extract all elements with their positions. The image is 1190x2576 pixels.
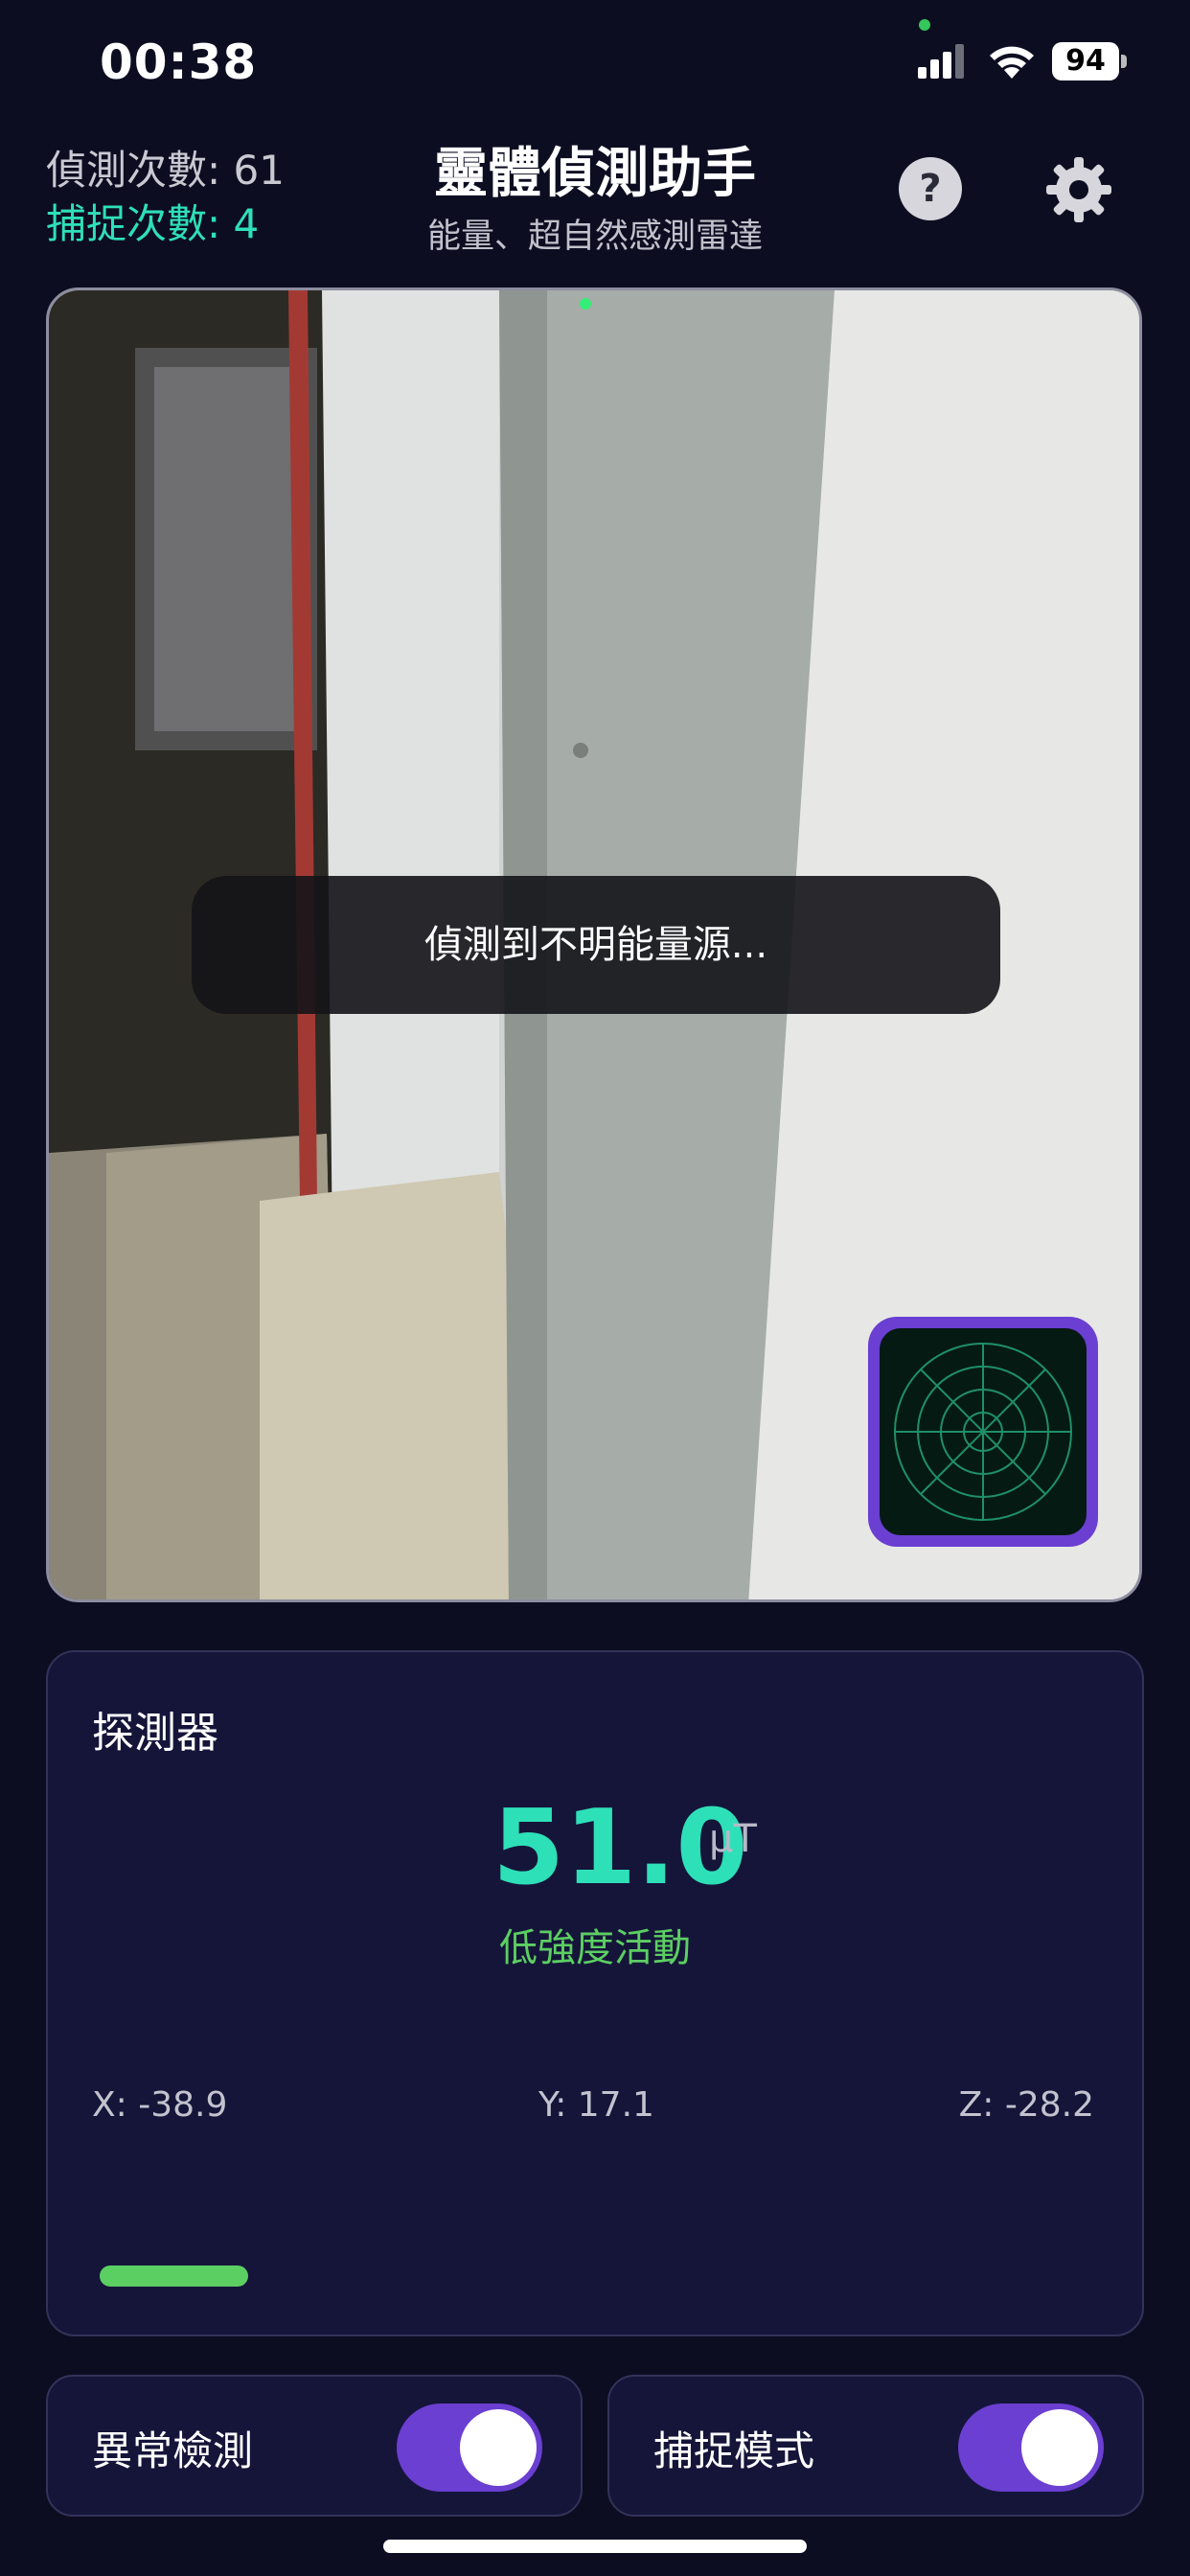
battery-icon: 94 xyxy=(1052,42,1127,80)
capture-mode-label: 捕捉模式 xyxy=(653,2427,815,2474)
status-time: 00:38 xyxy=(100,34,258,90)
activity-status: 低強度活動 xyxy=(499,1926,691,1970)
toggle-knob xyxy=(460,2409,537,2486)
detector-title: 探測器 xyxy=(92,1709,218,1758)
capture-mode-toggle[interactable] xyxy=(958,2404,1104,2492)
axis-x-value: X: -38.9 xyxy=(92,2085,228,2125)
strength-bar-fill xyxy=(100,2266,249,2287)
privacy-dot-icon xyxy=(919,19,930,31)
radar-icon xyxy=(894,1343,1072,1521)
home-indicator[interactable] xyxy=(383,2540,807,2553)
anomaly-detection-label: 異常檢測 xyxy=(92,2427,254,2474)
axis-y-value: Y: 17.1 xyxy=(538,2085,654,2125)
page-title: 靈體偵測助手 xyxy=(434,143,756,205)
cellular-signal-icon xyxy=(918,44,964,79)
help-icon: ? xyxy=(919,167,942,211)
toggle-knob xyxy=(1021,2409,1098,2486)
wifi-icon xyxy=(990,46,1034,79)
radar-button[interactable] xyxy=(868,1317,1098,1547)
axis-z-value: Z: -28.2 xyxy=(958,2085,1094,2125)
detection-toast: 偵測到不明能量源... xyxy=(192,876,1000,1014)
gear-icon[interactable] xyxy=(1044,155,1113,224)
help-button[interactable]: ? xyxy=(899,157,962,220)
battery-level: 94 xyxy=(1052,42,1119,80)
strength-bar xyxy=(100,2266,1092,2287)
anomaly-detection-toggle[interactable] xyxy=(397,2404,542,2492)
page-subtitle: 能量、超自然感測雷達 xyxy=(426,218,763,256)
field-strength-unit: µT xyxy=(709,1817,757,1861)
